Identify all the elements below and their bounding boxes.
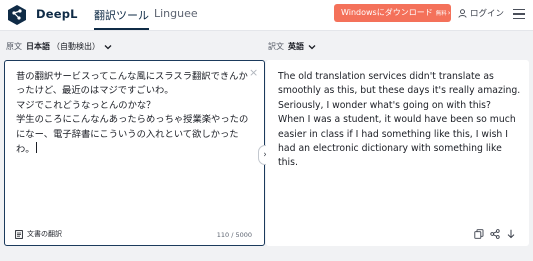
download-arrow: › xyxy=(447,9,451,17)
target-text-panel: The old translation services didn't tran… xyxy=(266,60,529,246)
detect-label: （自動検出） xyxy=(52,42,100,51)
source-prefix: 原文 xyxy=(6,42,22,51)
source-language-selector[interactable]: 原文 日本語 （自動検出） xyxy=(6,41,112,52)
user-icon xyxy=(458,8,467,18)
download-windows-button[interactable]: Windowsにダウンロード 無料› xyxy=(334,4,451,22)
download-button-label: Windowsにダウンロード xyxy=(341,8,433,17)
top-header: DeepL 翻訳ツール Linguee Windowsにダウンロード 無料› ログ… xyxy=(0,0,533,31)
source-text-panel[interactable]: 昔の翻訳サービスってこんな風にスラスラ翻訳できんかったけど、最近のはマジですごい… xyxy=(4,60,265,246)
character-count: 110 / 5000 xyxy=(216,231,252,239)
chevron-down-icon xyxy=(308,44,316,49)
translated-text: The old translation services didn't tran… xyxy=(278,71,521,169)
login-button[interactable]: ログイン xyxy=(458,7,504,19)
source-text: 昔の翻訳サービスってこんな風にスラスラ翻訳できんかったけど、最近のはマジですごい… xyxy=(16,71,249,156)
document-button-label: 文書の翻訳 xyxy=(27,230,62,238)
brand-name[interactable]: DeepL xyxy=(36,7,78,21)
text-caret xyxy=(35,142,37,154)
copy-icon[interactable] xyxy=(474,229,484,239)
document-icon xyxy=(15,229,23,239)
translate-document-button[interactable]: 文書の翻訳 xyxy=(15,229,62,239)
close-icon[interactable]: × xyxy=(249,67,258,78)
target-actions xyxy=(474,229,516,239)
source-language: 日本語 xyxy=(26,42,50,51)
free-badge: 無料 xyxy=(435,11,447,17)
nav-tab-linguee[interactable]: Linguee xyxy=(154,7,198,20)
chevron-down-icon xyxy=(104,44,112,49)
download-icon[interactable] xyxy=(506,229,516,239)
target-language: 英語 xyxy=(288,42,304,51)
hamburger-menu-icon[interactable] xyxy=(513,9,525,19)
share-icon[interactable] xyxy=(490,229,500,239)
source-text-input[interactable]: 昔の翻訳サービスってこんな風にスラスラ翻訳できんかったけど、最近のはマジですごい… xyxy=(16,70,252,157)
login-label: ログイン xyxy=(470,9,505,19)
deepl-logo-icon[interactable] xyxy=(6,4,28,26)
target-language-selector[interactable]: 訳文 英語 xyxy=(268,41,316,52)
target-prefix: 訳文 xyxy=(268,42,284,51)
nav-tab-translator[interactable]: 翻訳ツール xyxy=(94,7,149,30)
